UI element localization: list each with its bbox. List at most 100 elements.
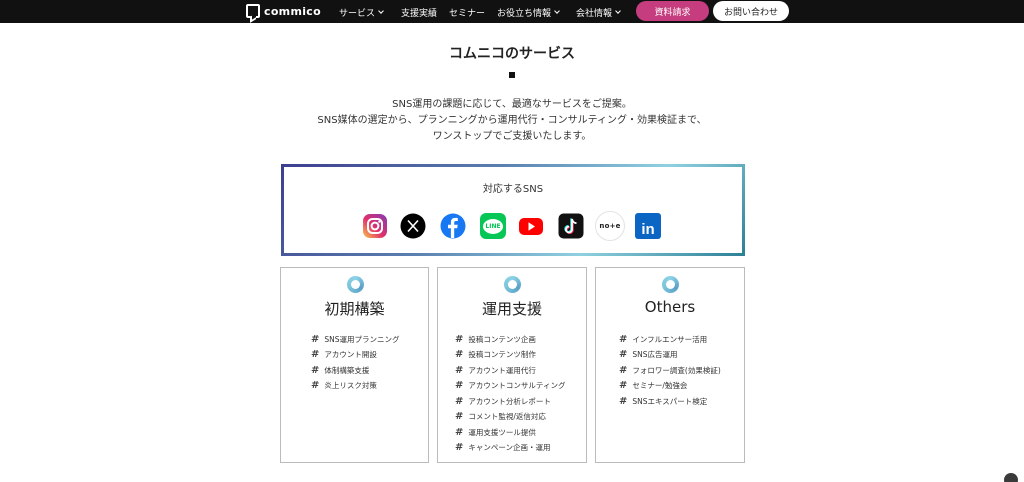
nav-label: 支援実績 [401,9,438,19]
list-item-label: アカウントコンサルティング [468,381,566,391]
list-item-label: SNS運用プランニング [324,334,400,344]
logo-mark-icon [246,4,260,18]
list-item-label: 体制構築支援 [324,365,370,375]
contact-button[interactable]: お問い合わせ [713,1,789,21]
chevron-down-icon [615,8,621,14]
list-item-label: フォロワー調査(効果検証) [632,365,721,375]
service-card-initial-setup: 初期構築 # SNS運用プランニング # アカウント開設 # 体制構築支援 # 炎上リス… [280,267,429,463]
list-item: # アカウント運用代行 [455,363,565,379]
list-item-label: 投稿コンテンツ制作 [468,350,536,360]
request-document-button[interactable]: 資料請求 [636,1,709,21]
nav-item-company[interactable]: 会社情報 [576,6,621,19]
service-card-others: Others # インフルエンサー活用 # SNS広告運用 # フォロワー調査(効果検… [595,267,745,463]
nav-label: 会社情報 [576,9,613,19]
hash-icon: # [455,380,464,392]
hash-icon: # [311,380,320,392]
description-line-2: SNS媒体の選定から、プランニングから運用代行・コンサルティング・効果検証まで、 [317,115,707,126]
list-item-label: アカウント分析レポート [468,396,551,406]
hash-icon: # [455,426,464,438]
card-title: Others [644,298,696,316]
service-card-operation-support: 運用支援 # 投稿コンテンツ企画 # 投稿コンテンツ制作 # アカウント運用代行 # ア… [437,267,587,463]
list-item: # 体制構築支援 [311,363,400,379]
hash-icon: # [455,395,464,407]
list-item: # 投稿コンテンツ制作 [455,348,565,364]
note-icon[interactable]: no+e [595,211,625,241]
ring-icon [504,276,521,293]
list-item: # SNS広告運用 [619,348,721,364]
card-title: 初期構築 [324,300,385,318]
hash-icon: # [455,364,464,376]
nav-label: サービス [339,9,376,19]
list-item: # 投稿コンテンツ企画 [455,332,565,348]
nav-item-useful-info[interactable]: お役立ち情報 [497,6,560,19]
list-item-label: アカウント運用代行 [468,365,536,375]
list-item-label: 炎上リスク対策 [324,381,377,391]
hash-icon: # [619,380,628,392]
nav-item-cases[interactable]: 支援実績 [401,6,437,19]
hash-icon: # [619,349,628,361]
x-icon[interactable] [400,213,426,239]
hash-icon: # [455,349,464,361]
list-item: # 炎上リスク対策 [311,379,400,395]
list-item: # インフルエンサー活用 [619,332,721,348]
hash-icon: # [455,411,464,423]
linkedin-icon-text: in [641,221,655,238]
title-divider-mark [509,72,515,78]
list-item-label: 運用支援ツール提供 [468,427,536,437]
ring-icon [346,276,364,293]
hash-icon: # [311,333,320,345]
list-item: # フォロワー調査(効果検証) [619,363,721,379]
list-item: # キャンペーン企画・運用 [455,441,565,457]
note-icon-text: no+e [599,222,621,230]
description-line-1: SNS運用の課題に応じて、最適なサービスをご提案。 [392,99,632,110]
description-line-3: ワンストップでご支援いたします。 [432,131,592,142]
list-item: # コメント監視/返信対応 [455,410,565,426]
nav-item-seminar[interactable]: セミナー [449,6,485,19]
instagram-icon[interactable] [362,213,388,239]
nav-label: お役立ち情報 [497,9,552,19]
list-item: # アカウント開設 [311,348,400,364]
list-item: # SNSエキスパート検定 [619,394,721,410]
list-item-label: アカウント開設 [324,350,377,360]
hash-icon: # [619,333,628,345]
list-item-label: SNS広告運用 [632,350,678,360]
nav-item-services[interactable]: サービス [339,6,384,19]
youtube-icon[interactable] [518,213,544,239]
list-item-label: コメント監視/返信対応 [468,412,546,422]
chevron-down-icon [378,8,384,14]
list-item: # アカウント分析レポート [455,394,565,410]
supported-sns-box: 対応するSNS LINE no+e in [281,164,745,256]
hash-icon: # [311,364,320,376]
linkedin-icon[interactable]: in [635,213,661,239]
sns-title: 対応するSNS [482,184,544,195]
list-item-label: セミナー/勉強会 [632,381,688,391]
list-item: # SNS運用プランニング [311,332,400,348]
list-item: # セミナー/勉強会 [619,379,721,395]
list-item-label: 投稿コンテンツ企画 [468,334,536,344]
line-bubble: LINE [483,218,503,234]
scroll-to-top-button[interactable] [1004,473,1018,482]
site-header: commico サービス 支援実績 セミナー お役立ち情報 会社情報 資料請求 … [0,0,1024,23]
supported-sns-inner: 対応するSNS LINE no+e in [284,167,742,253]
tiktok-icon[interactable] [558,213,584,239]
hash-icon: # [455,442,464,454]
list-item-label: キャンペーン企画・運用 [468,443,551,453]
nav-label: セミナー [449,9,486,19]
logo[interactable]: commico [246,3,321,19]
ring-icon [662,276,679,293]
chevron-down-icon [554,8,560,14]
service-list: # 投稿コンテンツ企画 # 投稿コンテンツ制作 # アカウント運用代行 # アカウントコ… [455,332,565,456]
hash-icon: # [455,333,464,345]
hash-icon: # [619,364,628,376]
service-list: # インフルエンサー活用 # SNS広告運用 # フォロワー調査(効果検証) # セミナ… [619,332,721,410]
facebook-icon[interactable] [440,213,466,239]
list-item: # アカウントコンサルティング [455,379,565,395]
list-item: # 運用支援ツール提供 [455,425,565,441]
line-icon[interactable]: LINE [480,213,506,239]
service-list: # SNS運用プランニング # アカウント開設 # 体制構築支援 # 炎上リスク対策 [311,332,400,394]
list-item-label: インフルエンサー活用 [632,334,708,344]
list-item-label: SNSエキスパート検定 [632,396,708,406]
line-icon-text: LINE [485,222,501,230]
logo-text: commico [264,4,321,18]
page-title: コムニコのサービス [449,46,575,62]
